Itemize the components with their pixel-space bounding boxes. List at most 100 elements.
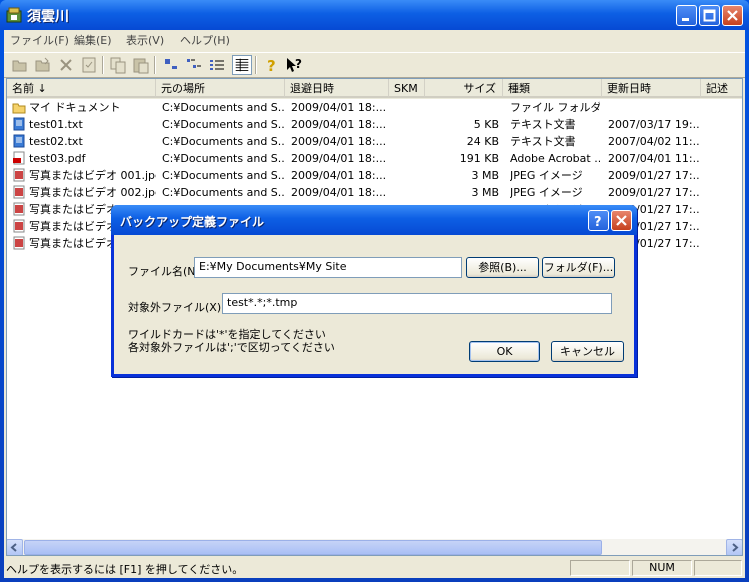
menu-file[interactable]: ファイル(F) (10, 32, 69, 48)
column-header-size[interactable]: サイズ (425, 79, 503, 98)
svg-text:?: ? (594, 215, 602, 227)
app-icon (6, 7, 22, 23)
svg-text:?: ? (295, 57, 302, 71)
column-header-location[interactable]: 元の場所 (156, 79, 285, 98)
menu-view[interactable]: 表示(V) (126, 32, 164, 48)
cell-name: test02.txt (29, 135, 83, 148)
copy-icon[interactable] (108, 55, 128, 75)
dialog-help-button[interactable]: ? (588, 210, 609, 231)
small-icons-view-icon[interactable] (184, 55, 204, 75)
cell-saved: 2009/04/01 18:... (291, 186, 387, 199)
context-help-icon[interactable]: ? (284, 55, 304, 75)
num-lock-indicator: NUM (632, 560, 692, 576)
cell-name: 写真またはビデオ 001.jpg (29, 169, 156, 182)
cell-location: C:¥Documents and S... (162, 135, 284, 148)
cell-saved: 2009/04/01 18:... (291, 152, 387, 165)
maximize-button[interactable] (699, 5, 720, 26)
cell-saved: 2009/04/01 18:... (291, 101, 387, 114)
toolbar: ? ? (4, 52, 745, 78)
cell-modified: 2009/01/27 17:... (608, 186, 700, 199)
status-text: ヘルプを表示するには [F1] を押してください。 (6, 563, 244, 576)
close-button[interactable] (722, 5, 743, 26)
cell-name: test01.txt (29, 118, 83, 131)
window-title: 須雲川 (27, 9, 69, 25)
column-header-saved[interactable]: 退避日時 (285, 79, 389, 98)
dialog-title: バックアップ定義ファイル (120, 215, 265, 229)
exclude-files-input[interactable]: test*.*;*.tmp (222, 293, 612, 314)
folder-button[interactable]: フォルダ(F)... (542, 257, 615, 278)
cell-skm (395, 167, 423, 184)
status-panel (570, 560, 630, 576)
cell-size: 3 MB (471, 186, 499, 199)
delete-icon[interactable] (56, 55, 76, 75)
text-file-icon (13, 134, 25, 148)
scroll-left-button[interactable] (7, 539, 23, 555)
cell-size (427, 99, 499, 116)
toolbar-separator (154, 56, 156, 74)
status-bar: ヘルプを表示するには [F1] を押してください。 NUM (4, 558, 745, 578)
cell-size: 191 KB (459, 152, 499, 165)
cell-modified: 2007/04/01 11:... (608, 152, 700, 165)
column-header-description[interactable]: 記述 (701, 79, 742, 98)
cancel-button[interactable]: キャンセル (551, 341, 624, 362)
open-folder-icon[interactable] (10, 55, 30, 75)
file-name-input[interactable]: E:¥My Documents¥My Site (194, 257, 462, 278)
scroll-left-icon (10, 543, 17, 552)
cell-type: JPEG イメージ (510, 169, 583, 182)
table-row[interactable]: test02.txt C:¥Documents and S... 2009/04/0… (7, 133, 742, 150)
pdf-file-icon (13, 151, 25, 165)
scroll-right-icon (732, 543, 739, 552)
svg-text:?: ? (267, 57, 276, 75)
image-file-icon (13, 168, 25, 182)
column-header-skm[interactable]: SKM (389, 79, 425, 98)
cell-type: Adobe Acrobat ... (510, 152, 600, 165)
cell-location: C:¥Documents and S... (162, 169, 284, 182)
details-view-icon[interactable] (232, 55, 252, 75)
file-name-label: ファイル名(N) (128, 265, 200, 278)
properties-icon[interactable] (79, 55, 99, 75)
toolbar-separator (255, 56, 257, 74)
text-file-icon (13, 117, 25, 131)
dialog-title-bar[interactable]: バックアップ定義ファイル ? (111, 205, 637, 235)
browse-button[interactable]: 参照(B)... (466, 257, 539, 278)
minimize-button[interactable] (676, 5, 697, 26)
table-row[interactable]: test01.txt C:¥Documents and S... 2009/04/0… (7, 116, 742, 133)
image-file-icon (13, 202, 25, 216)
help-icon[interactable]: ? (261, 55, 281, 75)
scroll-thumb[interactable] (24, 540, 602, 555)
horizontal-scrollbar[interactable] (7, 539, 742, 555)
cell-name: マイ ドキュメント (29, 101, 121, 114)
column-header-modified[interactable]: 更新日時 (602, 79, 701, 98)
dialog-close-button[interactable] (611, 210, 632, 231)
cell-name: 写真またはビデオ 002.jpg (29, 186, 156, 199)
table-row[interactable]: 写真またはビデオ 001.jpg C:¥Documents and S... 200… (7, 167, 742, 184)
cell-type: JPEG イメージ (510, 186, 583, 199)
table-row[interactable]: マイ ドキュメント C:¥Documents and S... 2009/04/01… (7, 99, 742, 116)
ok-button[interactable]: OK (469, 341, 540, 362)
list-view-icon[interactable] (207, 55, 227, 75)
cell-type: ファイル フォルダ (510, 101, 600, 114)
separator-hint: 各対象外ファイルは';'で区切ってください (128, 341, 335, 354)
maximize-icon (703, 9, 716, 22)
backup-definition-dialog: バックアップ定義ファイル ? ファイル名(N) E:¥My Documents¥… (111, 205, 637, 377)
restore-folder-icon[interactable] (33, 55, 53, 75)
cell-location: C:¥Documents and S... (162, 152, 284, 165)
title-bar[interactable]: 須雲川 (0, 0, 749, 30)
list-header: 名前 ↓ 元の場所 退避日時 SKM サイズ 種類 更新日時 記述 (7, 79, 742, 99)
toolbar-separator (102, 56, 104, 74)
menu-edit[interactable]: 編集(E) (74, 32, 112, 48)
scroll-right-button[interactable] (726, 539, 742, 555)
table-row[interactable]: test03.pdf C:¥Documents and S... 2009/04/0… (7, 150, 742, 167)
menu-help[interactable]: ヘルプ(H) (180, 32, 230, 48)
table-row[interactable]: 写真またはビデオ 002.jpg C:¥Documents and S... 200… (7, 184, 742, 201)
folder-icon (12, 103, 26, 114)
exclude-files-label: 対象外ファイル(X) (128, 301, 222, 314)
column-header-name[interactable]: 名前 ↓ (7, 79, 156, 98)
column-header-type[interactable]: 種類 (503, 79, 602, 98)
paste-icon[interactable] (131, 55, 151, 75)
cell-skm (395, 116, 423, 133)
help-icon: ? (594, 215, 602, 227)
image-file-icon (13, 185, 25, 199)
large-icons-view-icon[interactable] (161, 55, 181, 75)
cell-size: 24 KB (466, 135, 499, 148)
